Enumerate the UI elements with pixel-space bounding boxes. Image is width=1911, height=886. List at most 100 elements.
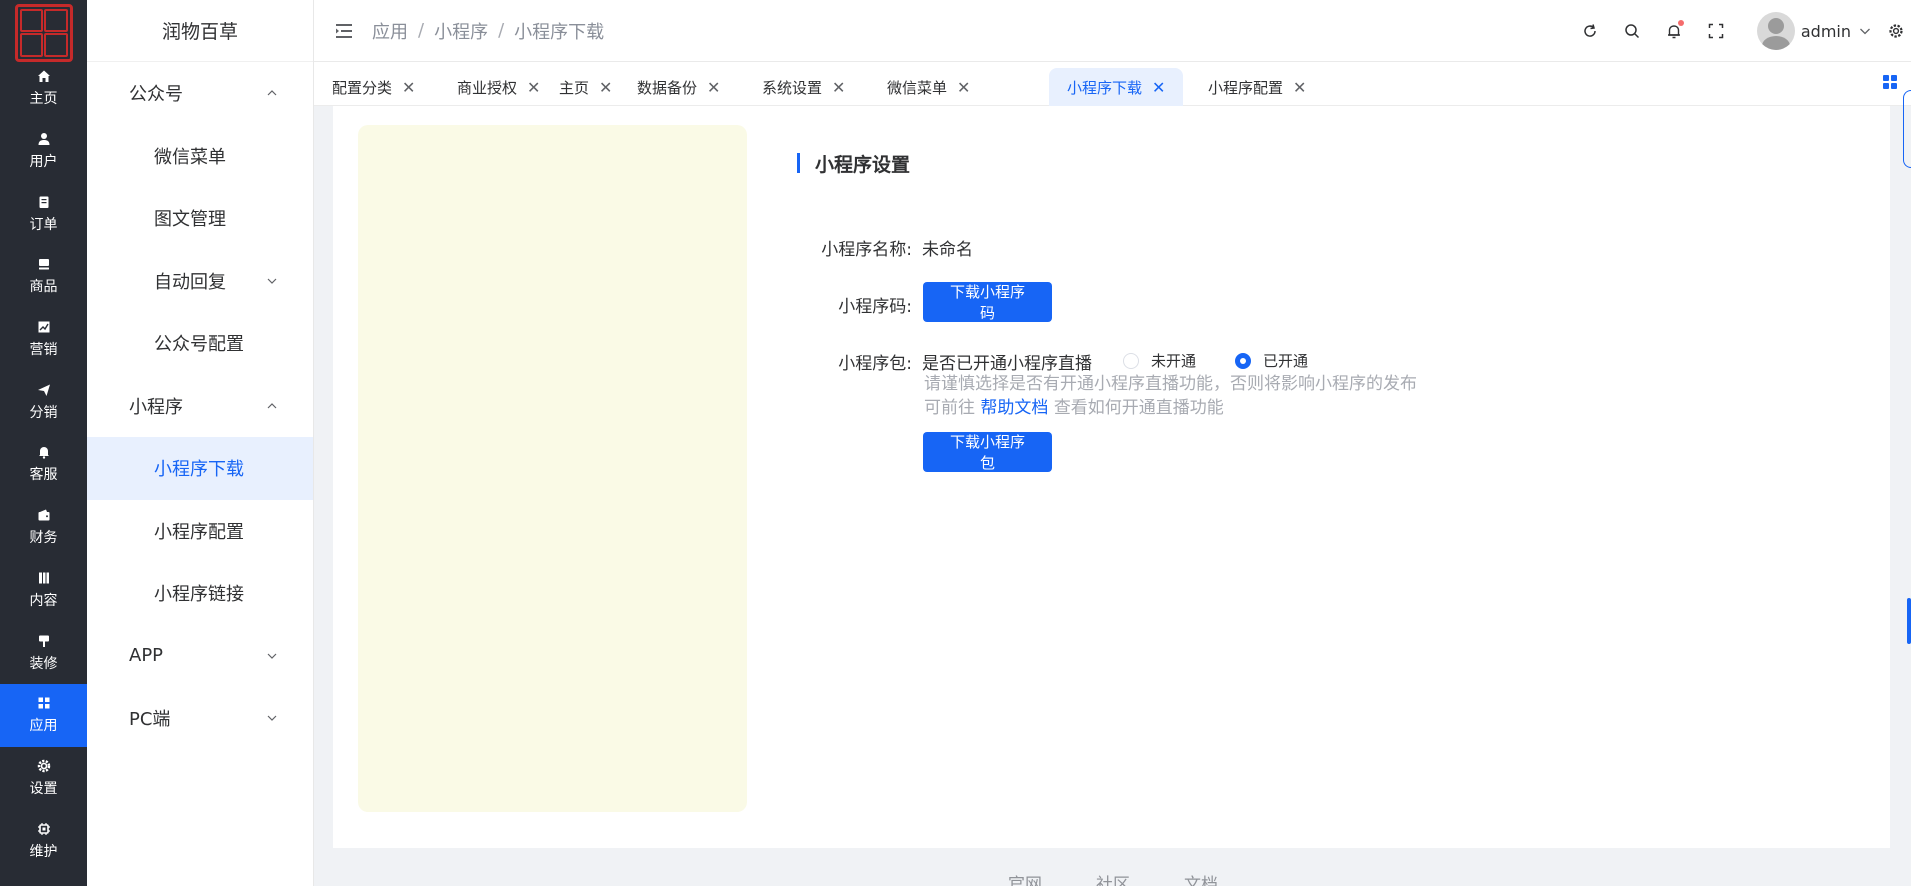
close-icon[interactable]: ✕: [527, 78, 540, 97]
rail-item-goods[interactable]: 商品: [0, 245, 87, 308]
rail-item-decorate[interactable]: 装修: [0, 621, 87, 684]
user-icon: [36, 131, 52, 147]
rail-item-user[interactable]: 用户: [0, 120, 87, 183]
footer-link[interactable]: 文档: [1184, 870, 1218, 886]
tab-data-backup[interactable]: 数据备份 ✕: [619, 68, 738, 106]
sidebar-group-official-account[interactable]: 公众号: [87, 62, 313, 125]
sidebar-group-label: 小程序: [129, 396, 183, 418]
breadcrumb-separator: /: [498, 20, 505, 41]
section-title: 小程序设置: [815, 154, 911, 176]
fullscreen-icon[interactable]: [1705, 20, 1727, 42]
menu-toggle-icon[interactable]: [334, 21, 354, 41]
sidebar-item-label: 微信菜单: [154, 146, 226, 168]
tab-label: 微信菜单: [887, 78, 948, 97]
sidebar-group-label: 公众号: [129, 84, 183, 106]
download-code-button[interactable]: 下载小程序码: [923, 282, 1052, 322]
chevron-down-icon[interactable]: [1859, 22, 1871, 41]
close-icon[interactable]: ✕: [1152, 78, 1165, 97]
scrollbar-thumb[interactable]: [1907, 598, 1911, 644]
radio-not-enabled[interactable]: 未开通: [1123, 350, 1196, 371]
tab-bar: 配置分类 ✕ 商业授权 ✕ 主页 ✕ 数据备份 ✕ 系统设置 ✕ 微信菜单 ✕ 小程序下载 ✕…: [314, 62, 1911, 106]
rail-item-label: 设置: [29, 780, 58, 797]
top-header: 应用 / 小程序 / 小程序下载 admin: [314, 0, 1911, 62]
tab-mini-config[interactable]: 小程序配置 ✕: [1190, 68, 1324, 106]
rail-item-service[interactable]: 客服: [0, 433, 87, 496]
tab-label: 数据备份: [637, 78, 698, 97]
secondary-sidebar: 润物百草 公众号 微信菜单 图文管理 自动回复 公众号配置 小程序 小程序下载 …: [87, 0, 314, 886]
sidebar-item-auto-reply[interactable]: 自动回复: [87, 250, 313, 313]
order-icon: [36, 194, 52, 210]
footer-link[interactable]: 官网: [1008, 870, 1042, 886]
chevron-up-icon: [267, 88, 277, 98]
breadcrumb-separator: /: [418, 20, 425, 41]
tab-label: 主页: [559, 78, 590, 97]
radio-enabled[interactable]: 已开通: [1235, 350, 1308, 371]
mini-program-preview: [358, 125, 747, 812]
tab-label: 系统设置: [762, 78, 823, 97]
tabs-menu-icon[interactable]: [1883, 75, 1897, 89]
rail-item-settings[interactable]: 设置: [0, 747, 87, 810]
decorate-icon: [36, 633, 52, 649]
rail-item-label: 内容: [29, 592, 58, 609]
radio-label: 已开通: [1263, 352, 1309, 370]
code-label: 小程序码:: [838, 297, 912, 317]
bell-icon[interactable]: [1663, 20, 1685, 42]
avatar[interactable]: [1756, 12, 1795, 50]
tab-config-category[interactable]: 配置分类 ✕: [314, 68, 433, 106]
tab-label: 配置分类: [332, 78, 393, 97]
rail-item-content[interactable]: 内容: [0, 559, 87, 622]
footer-link[interactable]: 社区: [1096, 870, 1130, 886]
gear-icon[interactable]: [1885, 20, 1907, 42]
logo[interactable]: [0, 0, 87, 65]
tab-home[interactable]: 主页 ✕: [541, 68, 630, 106]
chevron-up-icon: [267, 401, 277, 411]
sidebar-item-label: 图文管理: [154, 209, 226, 231]
sidebar-group-pc[interactable]: PC端: [87, 687, 313, 750]
goods-icon: [36, 256, 52, 272]
close-icon[interactable]: ✕: [957, 78, 970, 97]
home-icon: [36, 68, 52, 84]
rail-item-distribution[interactable]: 分销: [0, 370, 87, 433]
download-package-button[interactable]: 下载小程序包: [923, 432, 1052, 472]
sidebar-group-app[interactable]: APP: [87, 625, 313, 688]
breadcrumb-item: 小程序下载: [514, 21, 605, 43]
close-icon[interactable]: ✕: [707, 78, 720, 97]
tab-wechat-menu[interactable]: 微信菜单 ✕: [869, 68, 988, 106]
tab-mini-download[interactable]: 小程序下载 ✕: [1049, 68, 1184, 106]
app-icon: [36, 695, 52, 711]
tab-system-settings[interactable]: 系统设置 ✕: [744, 68, 863, 106]
rail-item-home[interactable]: 主页: [0, 57, 87, 120]
rail-item-app[interactable]: 应用: [0, 683, 87, 747]
sidebar-item-label: 小程序链接: [154, 584, 244, 606]
rail-item-label: 应用: [29, 718, 58, 735]
rail-item-order[interactable]: 订单: [0, 182, 87, 245]
refresh-icon[interactable]: [1579, 20, 1601, 42]
breadcrumb-item[interactable]: 应用: [372, 18, 408, 44]
sidebar-item-account-config[interactable]: 公众号配置: [87, 312, 313, 375]
close-icon[interactable]: ✕: [832, 78, 845, 97]
breadcrumb-item[interactable]: 小程序: [434, 18, 488, 44]
scroll-indicator-top[interactable]: [1903, 90, 1911, 168]
username[interactable]: admin: [1801, 22, 1851, 41]
sidebar-group-mini-program[interactable]: 小程序: [87, 375, 313, 438]
sidebar-item-mini-config[interactable]: 小程序配置: [87, 500, 313, 563]
close-icon[interactable]: ✕: [402, 78, 415, 97]
settings-icon: [36, 758, 52, 774]
sidebar-item-mini-download[interactable]: 小程序下载: [87, 437, 313, 500]
search-icon[interactable]: [1621, 20, 1643, 42]
rail-item-finance[interactable]: 财务: [0, 496, 87, 559]
radio-label: 未开通: [1151, 352, 1197, 370]
tab-label: 小程序下载: [1067, 78, 1143, 97]
rail-item-label: 分销: [29, 404, 58, 421]
sidebar-item-mini-link[interactable]: 小程序链接: [87, 562, 313, 625]
rail-item-label: 财务: [29, 530, 58, 547]
close-icon[interactable]: ✕: [1293, 78, 1306, 97]
close-icon[interactable]: ✕: [599, 78, 612, 97]
sidebar-item-wechat-menu[interactable]: 微信菜单: [87, 125, 313, 188]
help-doc-link[interactable]: 帮助文档: [980, 398, 1048, 418]
chevron-down-icon: [267, 651, 277, 661]
rail-item-marketing[interactable]: 营销: [0, 308, 87, 371]
rail-item-maintain[interactable]: 维护: [0, 809, 87, 872]
rail-item-label: 商品: [29, 279, 58, 296]
sidebar-item-article-manage[interactable]: 图文管理: [87, 187, 313, 250]
